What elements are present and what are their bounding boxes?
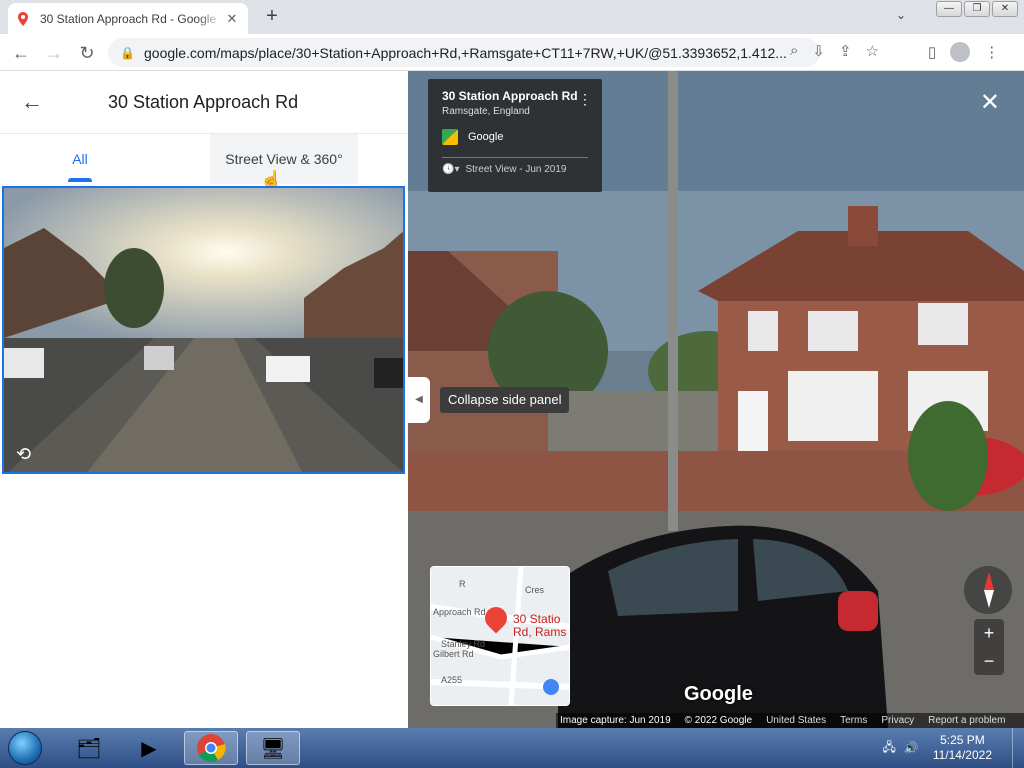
terms-link[interactable]: Terms (840, 715, 867, 726)
zoom-in-button[interactable]: + (974, 619, 1004, 647)
tab-street-view-360[interactable]: Street View & 360° (210, 134, 358, 184)
forward-arrow-icon[interactable]: → (43, 42, 65, 64)
info-place-name: 30 Station Approach Rd (442, 89, 578, 103)
street-view-thumbnail[interactable]: ⟲ (2, 186, 405, 474)
panel-title: 30 Station Approach Rd (108, 91, 299, 112)
chrome-icon[interactable] (184, 731, 238, 765)
street-view-viewer[interactable]: 30 Station Approach Rd Ramsgate, England… (408, 71, 1024, 728)
collapse-tooltip: Collapse side panel (440, 387, 570, 413)
kebab-menu-icon[interactable]: ⋮ (984, 43, 999, 61)
region-link[interactable]: United States (766, 715, 826, 726)
side-panel: ← 30 Station Approach Rd All Street View… (0, 71, 408, 728)
start-button[interactable] (8, 731, 42, 765)
map-label-approach-rd: Approach Rd (433, 607, 486, 617)
compass-icon[interactable] (964, 566, 1012, 614)
info-source[interactable]: Google (442, 129, 588, 145)
search-icon[interactable]: ⌕ (790, 42, 798, 60)
map-label-r: R (459, 579, 466, 589)
show-desktop-button[interactable] (1012, 728, 1024, 768)
install-icon[interactable]: ⇩ (812, 42, 825, 60)
windows-taskbar: 🗂 ▶ 🖥 🖧 🔊 5:25 PM 11/14/2022 (0, 728, 1024, 768)
history-clock-icon: 🕓▾ (442, 164, 460, 175)
privacy-link[interactable]: Privacy (881, 715, 914, 726)
side-panel-icon[interactable]: ▯ (928, 43, 936, 61)
map-label-a255: A255 (441, 675, 463, 685)
share-icon[interactable]: ⇪ (839, 42, 852, 60)
google-maps-favicon-icon (18, 11, 28, 26)
minimize-button[interactable]: — (936, 1, 962, 17)
info-divider (442, 157, 588, 158)
map-label-cres: Cres (525, 585, 545, 595)
bookmark-star-icon[interactable]: ☆ (866, 42, 879, 60)
window-close-button[interactable]: ✕ (992, 1, 1018, 17)
info-place-locality: Ramsgate, England (442, 106, 530, 117)
url-text: google.com/maps/place/30+Station+Approac… (144, 44, 787, 61)
clock-date: 11/14/2022 (932, 748, 992, 762)
tab-all[interactable]: All (0, 134, 160, 184)
360-rotate-icon: ⟲ (16, 444, 32, 464)
copyright: © 2022 Google (684, 715, 753, 726)
tab-close-icon[interactable]: ✕ (224, 11, 240, 27)
imagery-date: Street View - Jun 2019 (465, 164, 567, 175)
clock-time: 5:25 PM (940, 733, 985, 747)
control-panel-icon[interactable]: 🖥 (246, 731, 300, 765)
zoom-out-button[interactable]: − (974, 647, 1004, 675)
panel-header: ← 30 Station Approach Rd (0, 71, 408, 134)
tab-strip: 30 Station Approach Rd - Google ✕ + ⌄ — … (0, 0, 1024, 34)
file-explorer-icon[interactable]: 🗂 (62, 731, 116, 765)
location-info-card: 30 Station Approach Rd Ramsgate, England… (428, 79, 602, 192)
collapse-panel-chevron-icon[interactable]: ◀ (408, 377, 430, 423)
mini-map[interactable]: R Approach Rd Stanley Rd Gilbert Rd A255… (430, 566, 570, 706)
media-player-icon[interactable]: ▶ (122, 731, 176, 765)
back-arrow-icon[interactable]: ← (10, 42, 32, 64)
google-maps-logo-icon (442, 129, 458, 145)
attribution-bar: Image capture: Jun 2019 © 2022 Google Un… (556, 713, 1024, 728)
profile-avatar[interactable] (950, 42, 971, 62)
tab-search-chevron-icon[interactable]: ⌄ (896, 8, 906, 22)
system-tray: 🖧 🔊 5:25 PM 11/14/2022 (882, 728, 1024, 768)
tab-title: 30 Station Approach Rd - Google (40, 11, 217, 26)
map-label-gilbert-rd: Gilbert Rd (433, 649, 474, 659)
restore-button[interactable]: ❐ (964, 1, 990, 17)
report-problem-link[interactable]: Report a problem (928, 715, 1005, 726)
lock-icon: 🔒 (120, 45, 135, 60)
street-photo (4, 188, 403, 472)
zoom-control: + − (974, 619, 1004, 675)
info-source-label: Google (468, 131, 504, 143)
imagery-date-selector[interactable]: 🕓▾ Street View - Jun 2019 (442, 164, 588, 175)
panel-back-icon[interactable]: ← (0, 89, 64, 115)
network-icon[interactable]: 🖧 (882, 738, 895, 759)
map-pin-label: 30 Statio Rd, Rams (513, 612, 567, 639)
browser-toolbar: ← → ↻ 🔒 google.com/maps/place/30+Station… (0, 34, 1024, 71)
address-bar[interactable]: 🔒 google.com/maps/place/30+Station+Appro… (108, 38, 820, 67)
info-more-icon[interactable]: ⋮ (578, 91, 592, 108)
reload-icon[interactable]: ↻ (76, 42, 98, 64)
volume-icon[interactable]: 🔊 (904, 741, 919, 755)
browser-tab[interactable]: 30 Station Approach Rd - Google ✕ (8, 3, 248, 34)
clock[interactable]: 5:25 PM 11/14/2022 (933, 733, 992, 763)
photo-tabs: All Street View & 360° (0, 134, 408, 184)
new-tab-icon[interactable]: + (262, 6, 282, 26)
close-street-view-icon[interactable]: ✕ (980, 91, 1000, 115)
google-logo: Google (684, 683, 753, 705)
image-capture-date: Image capture: Jun 2019 (560, 715, 671, 726)
map-label-stanley-rd: Stanley Rd (441, 639, 486, 649)
